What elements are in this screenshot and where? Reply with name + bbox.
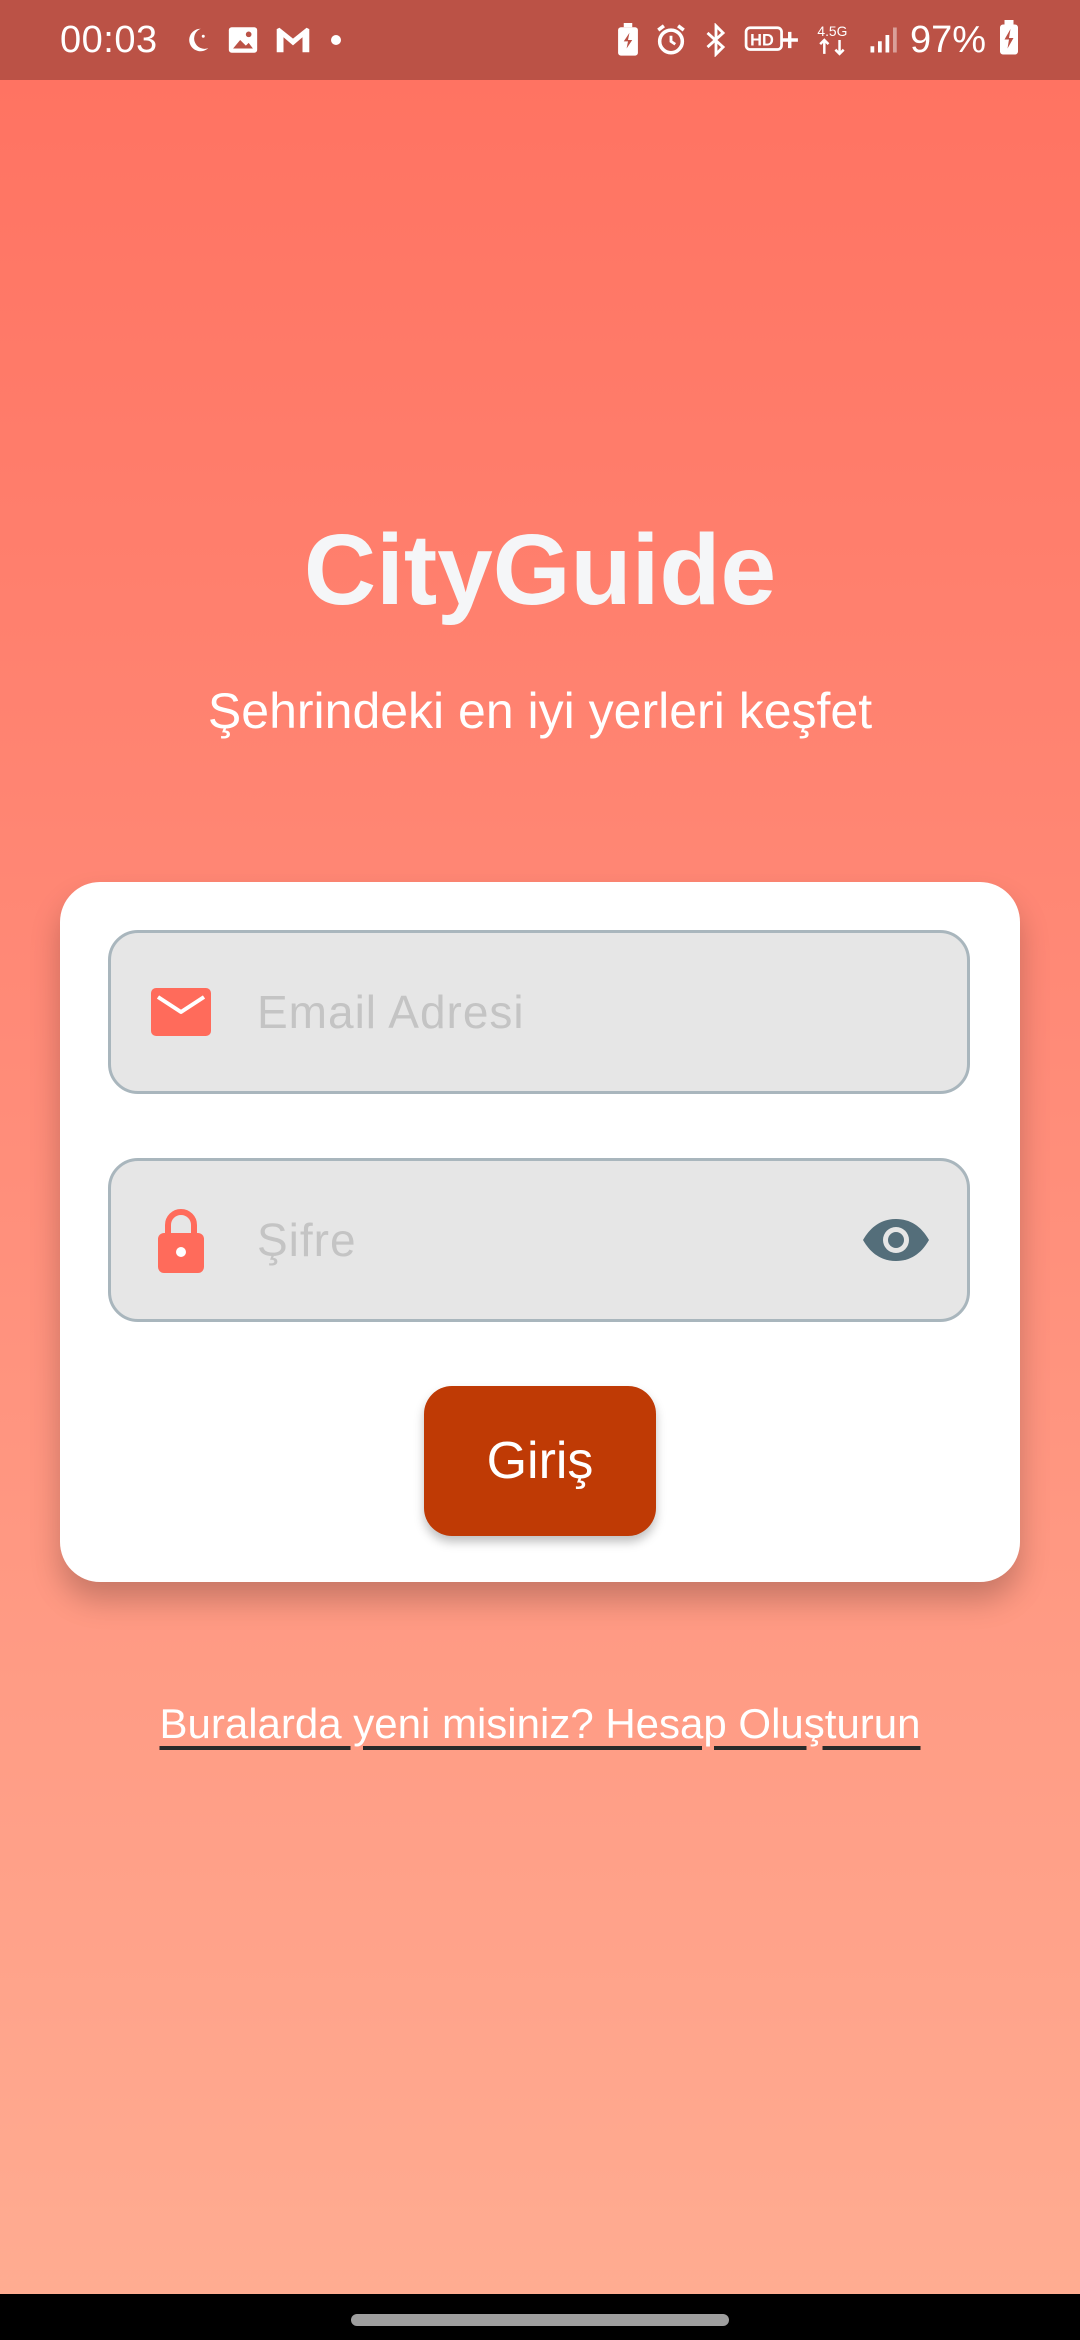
moon-icon bbox=[182, 25, 212, 55]
navigation-bar bbox=[0, 2294, 1080, 2340]
email-input[interactable] bbox=[257, 972, 817, 1052]
app-title: CityGuide bbox=[303, 514, 777, 626]
password-input[interactable] bbox=[257, 1200, 817, 1280]
battery-percent: 97% bbox=[909, 18, 986, 61]
app-subtitle: Şehrindeki en iyi yerleri keşfet bbox=[207, 683, 873, 739]
svg-text:4.5G: 4.5G bbox=[817, 23, 847, 39]
email-icon bbox=[149, 987, 213, 1037]
battery-saver-icon bbox=[616, 23, 640, 57]
hd-voice-icon: HD bbox=[744, 25, 800, 55]
system-icons: HD 4.5G bbox=[616, 22, 898, 58]
create-account-link[interactable]: Buralarda yeni misiniz? Hesap Oluşturun bbox=[159, 1700, 920, 1747]
alarm-icon bbox=[654, 23, 688, 57]
notification-icons bbox=[182, 23, 346, 57]
signup-link-container: Buralarda yeni misiniz? Hesap Oluşturun bbox=[0, 1700, 1080, 1748]
status-time: 00:03 bbox=[60, 18, 158, 61]
email-field-container[interactable] bbox=[108, 930, 970, 1094]
signal-icon bbox=[868, 25, 898, 55]
login-card: Giriş bbox=[60, 882, 1020, 1582]
status-bar: 00:03 HD 4.5G 97% bbox=[0, 0, 1080, 80]
home-indicator[interactable] bbox=[351, 2314, 729, 2326]
network-4-5g-icon: 4.5G bbox=[814, 22, 854, 58]
bluetooth-icon bbox=[702, 23, 730, 57]
login-button[interactable]: Giriş bbox=[424, 1386, 656, 1536]
password-field-container[interactable] bbox=[108, 1158, 970, 1322]
battery-charging-icon bbox=[998, 19, 1020, 61]
lock-icon bbox=[149, 1207, 213, 1273]
gmail-icon bbox=[274, 25, 312, 55]
show-password-eye-icon[interactable] bbox=[861, 1217, 931, 1263]
system-status: HD 4.5G 97% bbox=[616, 19, 1020, 62]
svg-text:HD: HD bbox=[750, 31, 774, 49]
dot-icon bbox=[326, 30, 346, 50]
image-icon bbox=[226, 23, 260, 57]
